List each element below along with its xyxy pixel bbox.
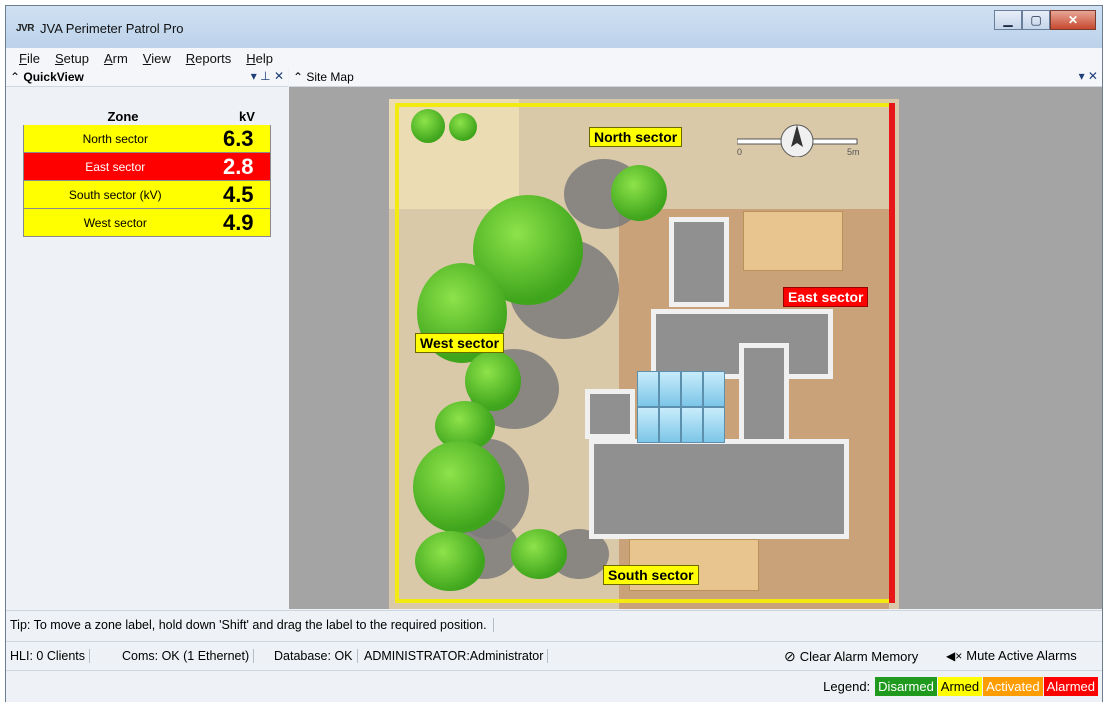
col-zone: Zone xyxy=(107,109,139,124)
legend-label: Legend: xyxy=(823,679,871,694)
quickview-header[interactable]: ⌃ QuickView ▾ ⊥ ✕ xyxy=(6,68,288,87)
pool-tile xyxy=(637,407,659,443)
mute-speaker-icon: ◀× xyxy=(946,648,963,663)
close-button[interactable]: ✕ xyxy=(1050,10,1096,30)
col-kv: kV xyxy=(239,109,255,124)
menu-file[interactable]: File xyxy=(19,51,40,66)
zone-table: Zone kV North sector 6.3 East sector 2.8… xyxy=(23,109,271,237)
quickview-pin-close-icons[interactable]: ▾ ⊥ ✕ xyxy=(251,69,284,83)
menu-arm[interactable]: Arm xyxy=(104,51,128,66)
hli-status: HLI: 0 Clients xyxy=(10,649,91,663)
building-annex xyxy=(585,389,635,439)
site-map[interactable]: 0 5m North sector East sector South sect… xyxy=(389,99,899,609)
legend-disarmed: Disarmed xyxy=(875,677,937,696)
zone-name: South sector (kV) xyxy=(68,187,162,202)
app-logo-icon: JVR xyxy=(16,23,34,34)
maximize-icon: ▢ xyxy=(1030,13,1042,27)
south-fence[interactable] xyxy=(395,599,889,603)
legend-armed: Armed xyxy=(937,677,983,696)
menu-reports[interactable]: Reports xyxy=(186,51,232,66)
zone-name: North sector xyxy=(82,131,148,146)
pool-tile xyxy=(659,371,681,407)
maximize-button[interactable]: ▢ xyxy=(1022,10,1050,30)
west-fence[interactable] xyxy=(395,103,399,603)
window-title: JVA Perimeter Patrol Pro xyxy=(40,21,184,36)
user-status: ADMINISTRATOR:Administrator xyxy=(364,649,549,663)
tree xyxy=(611,165,667,221)
coms-status: Coms: OK (1 Ethernet) xyxy=(122,649,255,663)
zone-kv: 4.5 xyxy=(222,181,254,207)
tree xyxy=(449,113,477,141)
east-fence[interactable] xyxy=(889,103,895,603)
legend-activated: Activated xyxy=(983,677,1043,696)
compass-scale-icon: 0 5m xyxy=(737,124,860,157)
east-sector-label[interactable]: East sector xyxy=(783,287,869,307)
menu-bar: File Setup Arm View Reports Help xyxy=(6,48,1102,68)
pool-tile xyxy=(703,371,725,407)
no-bell-icon: ⊘ xyxy=(784,648,796,664)
scale-start: 0 xyxy=(737,147,742,157)
south-sector-label[interactable]: South sector xyxy=(603,565,699,585)
menu-help[interactable]: Help xyxy=(246,51,273,66)
tree xyxy=(415,531,485,591)
legend-bar: Legend: Disarmed Armed Activated Alarmed xyxy=(6,670,1102,702)
tree xyxy=(511,529,567,579)
status-bar: HLI: 0 Clients Coms: OK (1 Ethernet) Dat… xyxy=(6,641,1102,670)
tip-bar: Tip: To move a zone label, hold down 'Sh… xyxy=(6,610,1102,639)
database-status: Database: OK xyxy=(274,649,358,663)
west-sector-label[interactable]: West sector xyxy=(415,333,505,353)
tree xyxy=(411,109,445,143)
zone-row[interactable]: North sector 6.3 xyxy=(23,125,271,153)
north-fence[interactable] xyxy=(395,103,889,107)
zone-kv: 6.3 xyxy=(222,125,254,151)
zone-kv: 2.8 xyxy=(222,153,254,179)
scale-end: 5m xyxy=(847,147,860,157)
minimize-icon: ▁ xyxy=(1003,13,1013,27)
zone-name: East sector xyxy=(85,159,146,174)
window-controls: ▁ ▢ ✕ xyxy=(994,10,1096,30)
pool-tile xyxy=(659,407,681,443)
zone-table-header: Zone kV xyxy=(23,109,271,125)
close-icon: ✕ xyxy=(1067,13,1079,27)
title-bar[interactable]: JVR JVA Perimeter Patrol Pro ▁ ▢ ✕ xyxy=(6,6,1102,48)
pool-tile xyxy=(681,371,703,407)
clear-alarm-button[interactable]: ⊘ Clear Alarm Memory xyxy=(784,648,918,665)
zone-row[interactable]: West sector 4.9 xyxy=(23,209,271,237)
north-sector-label[interactable]: North sector xyxy=(589,127,683,147)
floor-tiles xyxy=(743,211,843,271)
building-lower xyxy=(589,439,849,539)
pool-tile xyxy=(681,407,703,443)
building-wing xyxy=(669,217,729,307)
pool-tile xyxy=(637,371,659,407)
sitemap-panel: 0 5m North sector East sector South sect… xyxy=(289,87,1102,609)
clear-alarm-label: Clear Alarm Memory xyxy=(799,649,919,664)
sitemap-header[interactable]: ⌃ Site Map ▾ ✕ xyxy=(289,68,1102,87)
zone-row[interactable]: South sector (kV) 4.5 xyxy=(23,181,271,209)
zone-row[interactable]: East sector 2.8 xyxy=(23,153,271,181)
zone-kv: 4.9 xyxy=(222,209,254,235)
menu-setup[interactable]: Setup xyxy=(55,51,89,66)
mute-alarms-label: Mute Active Alarms xyxy=(966,648,1077,663)
app-window: JVR JVA Perimeter Patrol Pro ▁ ▢ ✕ File … xyxy=(5,5,1103,702)
sitemap-title: ⌃ Site Map xyxy=(293,70,354,84)
quickview-title: ⌃ QuickView xyxy=(10,70,84,84)
tip-text: Tip: To move a zone label, hold down 'Sh… xyxy=(10,618,494,632)
minimize-button[interactable]: ▁ xyxy=(994,10,1022,30)
legend-alarmed: Alarmed xyxy=(1043,677,1098,696)
zone-name: West sector xyxy=(83,215,147,230)
mute-alarms-button[interactable]: ◀× Mute Active Alarms xyxy=(946,648,1077,663)
quickview-panel: Zone kV North sector 6.3 East sector 2.8… xyxy=(6,87,288,609)
pool-tile xyxy=(703,407,725,443)
tree xyxy=(413,441,505,533)
sitemap-close-icons[interactable]: ▾ ✕ xyxy=(1079,69,1098,83)
menu-view[interactable]: View xyxy=(143,51,171,66)
status-legend: Legend: Disarmed Armed Activated Alarmed xyxy=(823,677,1098,696)
